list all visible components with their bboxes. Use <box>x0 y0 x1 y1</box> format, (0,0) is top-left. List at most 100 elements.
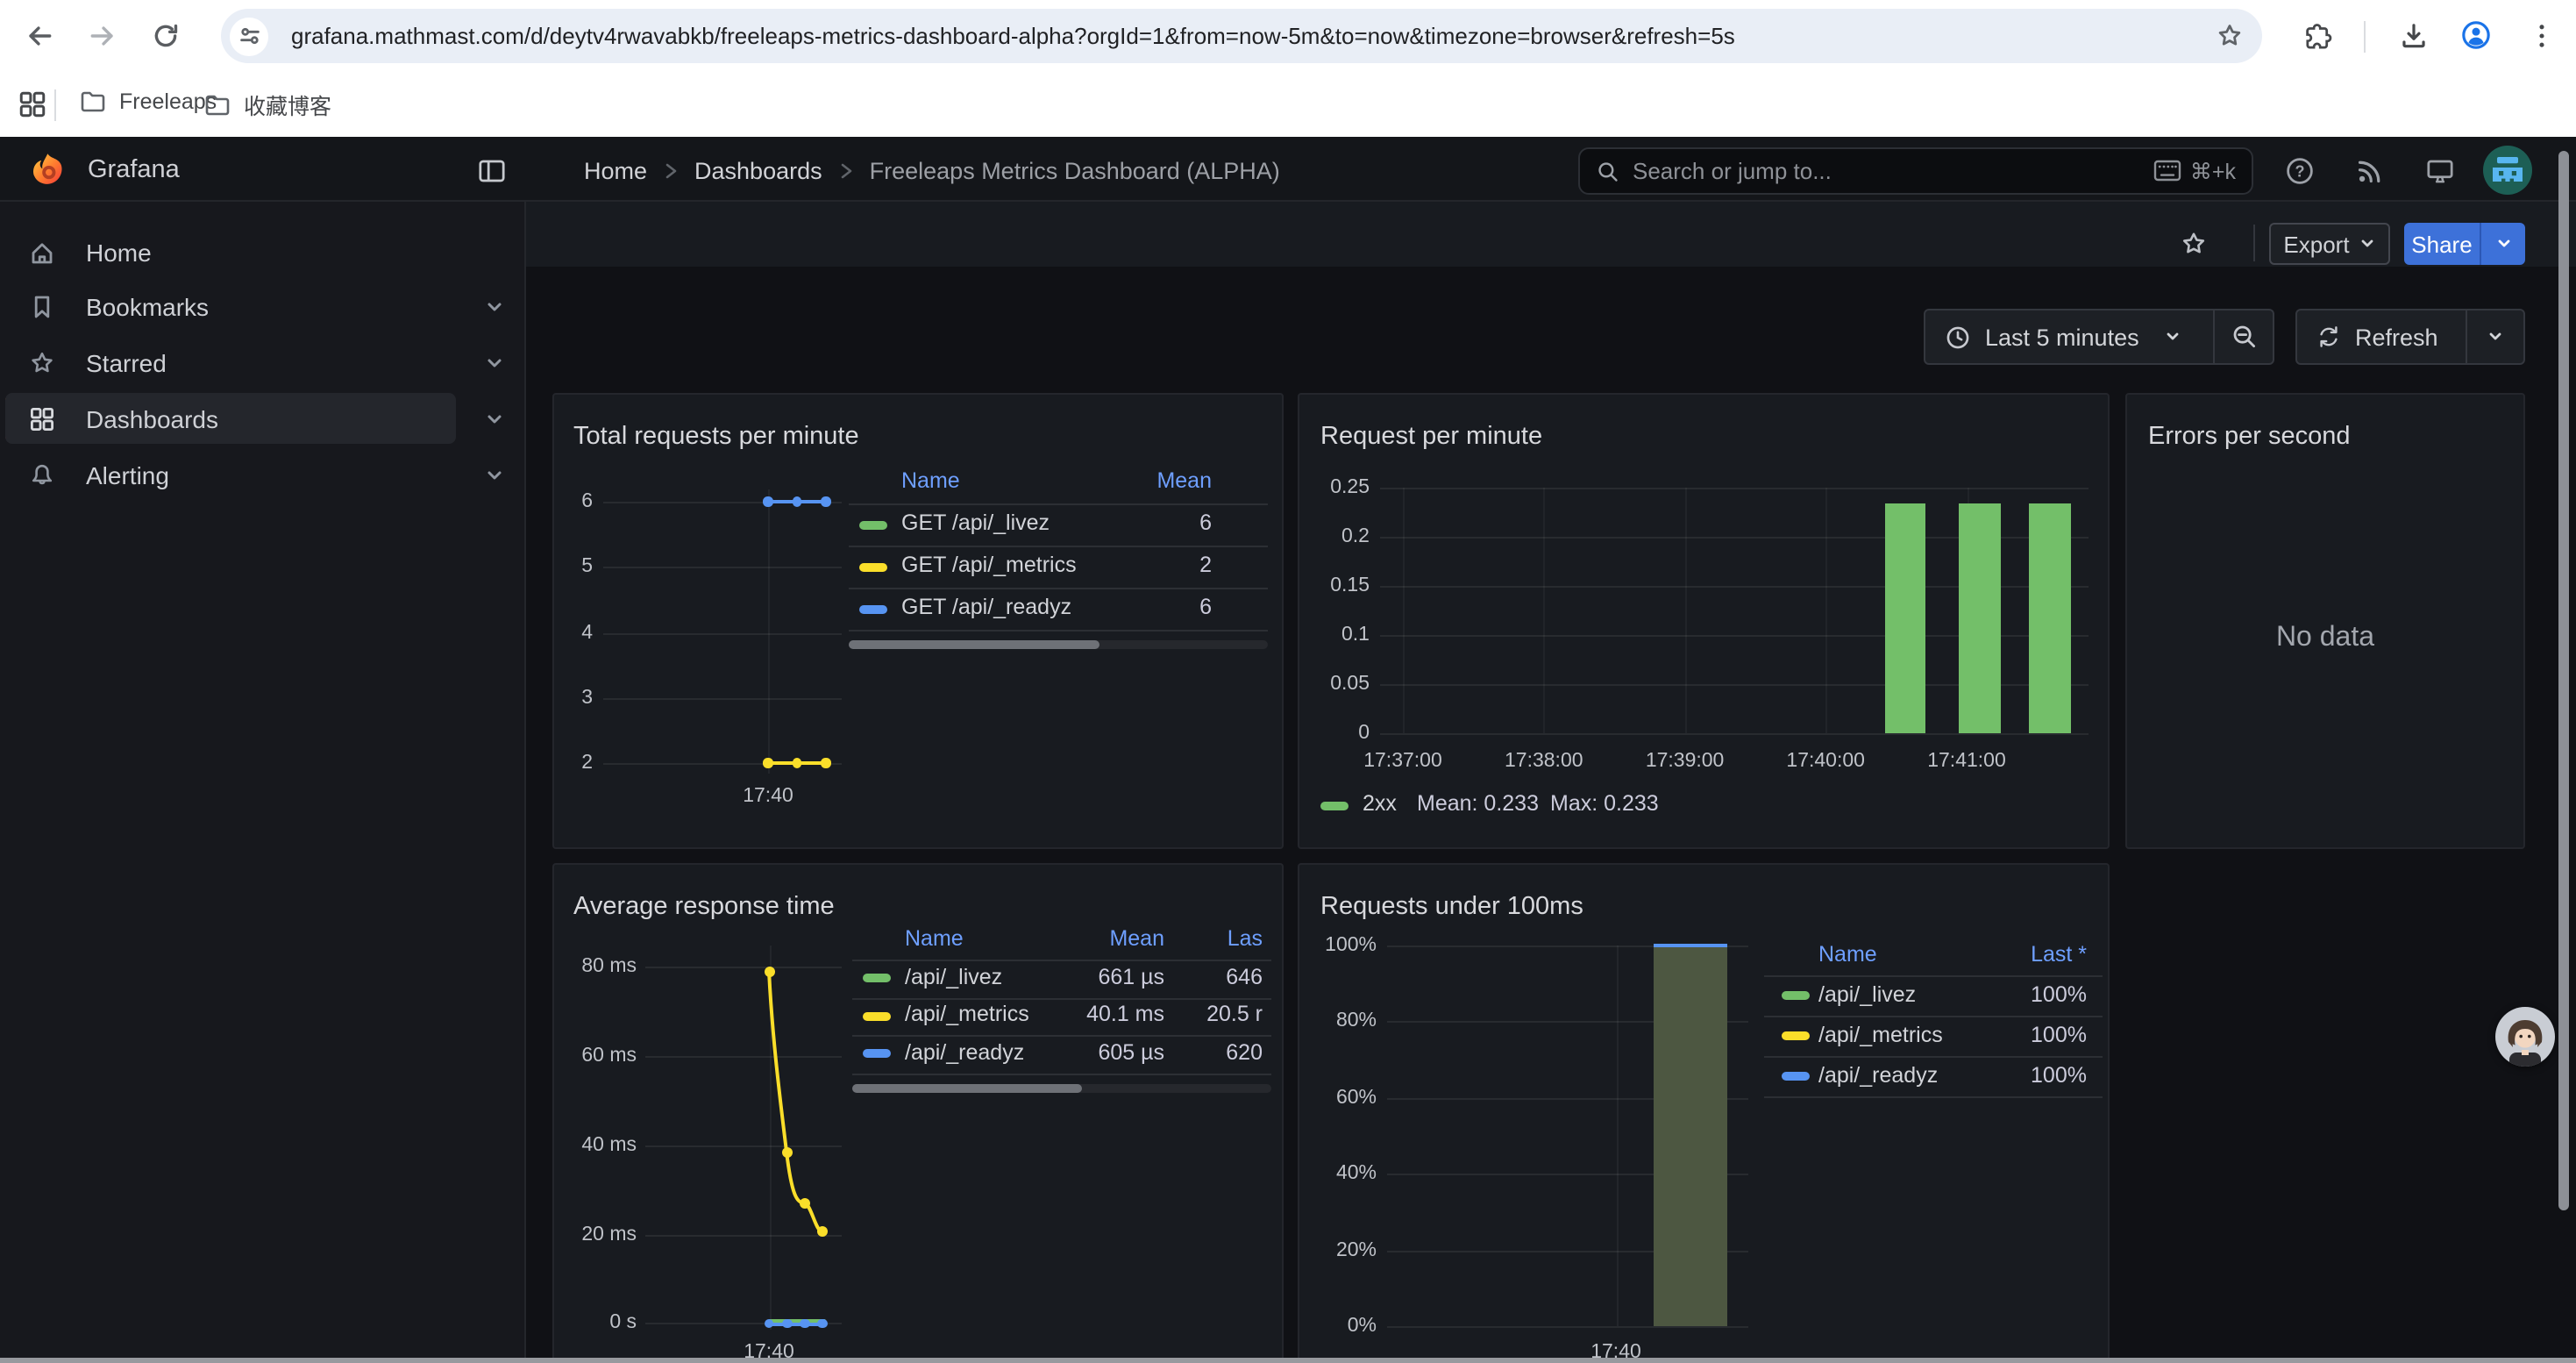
gridline-x <box>1616 945 1618 1326</box>
bookmarks-divider <box>54 89 56 121</box>
share-menu-button[interactable] <box>2481 223 2525 265</box>
reload-button[interactable] <box>151 21 181 51</box>
gridline-x <box>1403 487 1405 733</box>
downloads-button[interactable] <box>2399 21 2429 51</box>
export-button[interactable]: Export <box>2269 223 2390 265</box>
user-avatar[interactable] <box>2483 146 2532 195</box>
x-tick-label: 17:40 <box>715 784 821 809</box>
news-button[interactable] <box>2355 156 2385 186</box>
forward-button[interactable] <box>88 21 117 51</box>
chevron-down-icon <box>2494 235 2512 253</box>
y-tick-label: 3 <box>554 686 593 710</box>
refresh-interval-button[interactable] <box>2467 328 2523 346</box>
sidebar-item-alerting[interactable]: Alerting <box>5 449 456 500</box>
site-settings-icon[interactable] <box>230 17 268 55</box>
search-placeholder: Search or jump to... <box>1633 158 2141 184</box>
y-tick-label: 20 ms <box>554 1222 637 1246</box>
y-tick-label: 0.25 <box>1299 475 1370 499</box>
grafana-flame-icon <box>28 151 67 189</box>
bookmark-folder[interactable]: Freeleaps <box>79 88 217 116</box>
x-tick-label: 17:41:00 <box>1909 749 2025 774</box>
extensions-button[interactable] <box>2304 21 2334 51</box>
apps-shortcut-button[interactable] <box>18 89 47 119</box>
bar-top-line <box>1653 943 1726 946</box>
kebab-menu-icon <box>2527 21 2557 51</box>
panel-title[interactable]: Errors per second <box>2148 423 2351 451</box>
sidebar-item-bookmarks[interactable]: Bookmarks <box>5 282 456 333</box>
vertical-scrollbar[interactable] <box>2558 151 2569 1210</box>
bell-icon <box>28 460 56 489</box>
chevron-down-icon[interactable] <box>484 297 505 318</box>
browser-menu-button[interactable] <box>2527 21 2557 51</box>
sidebar-item-label: Starred <box>86 349 167 377</box>
url-text: grafana.mathmast.com/d/deytv4rwavabkb/fr… <box>291 23 1735 49</box>
legend-header: Las <box>852 926 1263 951</box>
time-range-picker[interactable]: Last 5 minutes <box>1925 324 2213 350</box>
bar-2xx[interactable] <box>2029 503 2070 733</box>
favorite-dashboard-button[interactable] <box>2180 230 2208 258</box>
sidebar-item-label: Bookmarks <box>86 294 209 322</box>
sidebar-item-dashboards[interactable]: Dashboards <box>5 394 456 445</box>
bar-under-100ms[interactable] <box>1653 945 1726 1326</box>
breadcrumb-item[interactable]: Dashboards <box>694 158 822 184</box>
data-point <box>765 1318 773 1327</box>
export-label: Export <box>2283 231 2349 257</box>
bookmark-folder[interactable]: 收藏博客 <box>203 88 331 121</box>
sidebar-item-label: Dashboards <box>86 405 218 433</box>
share-button[interactable]: Share <box>2404 223 2480 265</box>
bar-2xx[interactable] <box>1959 503 2000 733</box>
download-icon <box>2399 21 2429 51</box>
bookmark-icon <box>28 294 56 322</box>
gridline-y <box>603 567 842 569</box>
share-label: Share <box>2411 231 2472 257</box>
star-icon <box>2180 230 2208 258</box>
data-point <box>781 1146 792 1157</box>
search-input[interactable]: Search or jump to... ⌘+k <box>1578 147 2253 195</box>
chevron-down-icon[interactable] <box>484 409 505 430</box>
chevron-down-icon[interactable] <box>484 353 505 374</box>
chart-legend: 2xx Mean: 0.233 Max: 0.233 <box>1299 791 2108 833</box>
total-requests-chart: 6543217:40NameMeanGET /api/_livez6GET /a… <box>554 395 1282 847</box>
panel-average-response-time: Average response time 80 ms60 ms40 ms20 … <box>552 863 1284 1363</box>
legend-series-name[interactable]: 2xx <box>1363 791 1397 816</box>
sidebar-item-starred[interactable]: Starred <box>5 338 456 389</box>
bookmark-page-button[interactable] <box>2215 21 2245 51</box>
help-button[interactable]: ? <box>2285 156 2315 186</box>
refresh-button[interactable]: Refresh <box>2297 324 2466 350</box>
browser-toolbar: grafana.mathmast.com/d/deytv4rwavabkb/fr… <box>0 0 2576 72</box>
rss-icon <box>2355 156 2385 186</box>
breadcrumb: HomeDashboardsFreeleaps Metrics Dashboar… <box>584 158 1280 184</box>
legend-scrollbar-thumb[interactable] <box>852 1083 1083 1092</box>
girl-avatar-icon <box>2495 1007 2555 1067</box>
y-tick-label: 0.2 <box>1299 524 1370 548</box>
back-arrow-icon <box>25 21 54 51</box>
keyboard-icon <box>2153 160 2181 182</box>
data-point <box>821 758 830 767</box>
bar-2xx[interactable] <box>1884 503 1925 733</box>
time-range-label: Last 5 minutes <box>1985 324 2139 350</box>
gridline-y <box>645 1234 842 1236</box>
chevron-down-icon[interactable] <box>484 464 505 485</box>
assistant-avatar[interactable] <box>2495 1007 2555 1067</box>
breadcrumb-item[interactable]: Home <box>584 158 647 184</box>
data-point <box>818 1318 827 1327</box>
grafana-logo[interactable] <box>28 151 67 189</box>
bookmark-folder-label: Freeleaps <box>119 89 217 114</box>
help-icon: ? <box>2285 156 2315 186</box>
apps-grid-icon <box>18 89 47 119</box>
star-icon <box>28 349 56 377</box>
breadcrumb-separator-icon <box>838 161 854 181</box>
x-tick-label: 17:37:00 <box>1345 749 1461 774</box>
sidebar-item-home[interactable]: Home <box>5 226 456 277</box>
horizontal-scrollbar[interactable] <box>0 1357 2576 1363</box>
address-bar[interactable]: grafana.mathmast.com/d/deytv4rwavabkb/fr… <box>221 9 2262 63</box>
back-button[interactable] <box>25 21 54 51</box>
profile-button[interactable] <box>2460 19 2492 51</box>
forward-arrow-icon <box>88 21 117 51</box>
zoom-out-button[interactable] <box>2215 323 2273 351</box>
legend-scrollbar-thumb[interactable] <box>849 640 1100 649</box>
data-point <box>763 496 772 506</box>
sidebar-toggle-button[interactable] <box>477 156 507 186</box>
table-border <box>1764 975 2103 977</box>
display-button[interactable] <box>2425 156 2455 186</box>
